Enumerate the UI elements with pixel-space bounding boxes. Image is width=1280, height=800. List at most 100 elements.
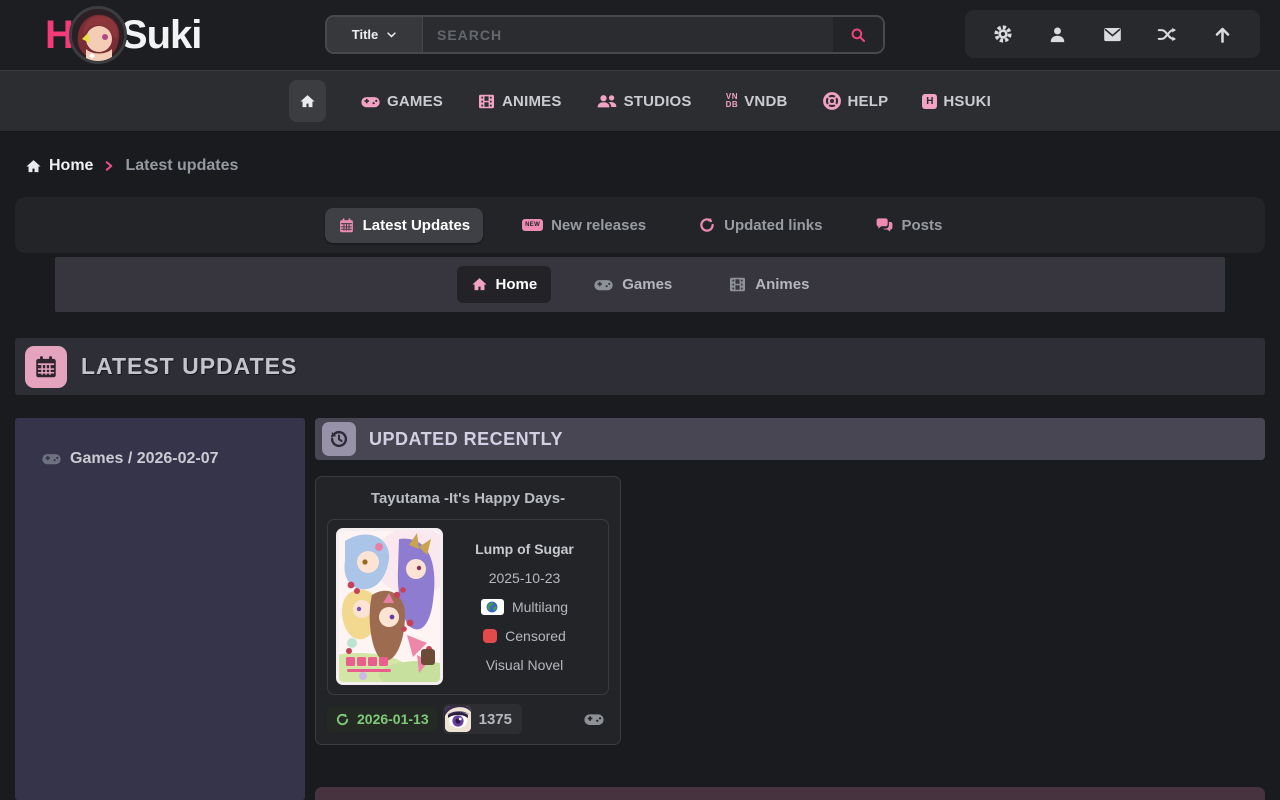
random-button[interactable] [1150,17,1184,51]
tab-label: Latest Updates [363,217,471,234]
tab-new-releases[interactable]: NEW New releases [509,208,659,243]
panel-icon-box [322,422,356,456]
subtab-games[interactable]: Games [579,264,686,305]
subtabs-bar: Home Games Animes [55,257,1225,312]
nav-label: ANIMES [502,93,562,110]
h-square-icon: H [922,94,937,109]
tab-label: New releases [551,217,646,234]
calendar-icon [33,354,59,380]
sidebar-group-label: Games / 2026-02-07 [70,450,219,468]
game-cover-image[interactable] [336,528,443,685]
tabs-bar: Latest Updates NEW New releases Updated … [15,197,1265,253]
game-language: Multilang [512,599,568,615]
search-submit-button[interactable] [833,17,883,52]
gamepad-icon [41,448,62,469]
upload-button[interactable] [1205,17,1239,51]
tab-posts[interactable]: Posts [862,207,956,244]
search-input[interactable] [423,17,833,52]
search-bar: Title [325,15,885,54]
next-section-strip [315,787,1265,800]
game-release-date: 2025-10-23 [489,570,561,586]
comments-icon [875,216,894,235]
subtab-home[interactable]: Home [457,266,552,303]
sidebar-group-games-date[interactable]: Games / 2026-02-07 [41,448,305,469]
shuffle-icon [1157,24,1178,45]
home-icon [299,93,316,110]
home-icon [25,158,42,175]
search-icon [849,26,867,44]
game-maker-link[interactable]: Lump of Sugar [475,541,574,557]
tab-label: Posts [902,217,943,234]
envelope-icon [1102,24,1123,45]
gamepad-icon [360,91,381,112]
search-category-select[interactable]: Title [327,17,423,52]
arrow-up-icon [1213,25,1232,44]
main-column: UPDATED RECENTLY Tayutama -It's Happy Da… [315,418,1265,800]
views-badge: 1375 [443,704,522,734]
nav-label: HELP [848,93,889,110]
game-card-body: Lump of Sugar 2025-10-23 Multilang Censo… [327,519,609,695]
nav-item-animes[interactable]: ANIMES [477,92,562,111]
section-icon-box [25,346,67,388]
header-actions-panel [965,10,1260,58]
messages-button[interactable] [1095,17,1129,51]
chevron-right-icon [103,160,115,172]
chevron-down-icon [386,29,397,40]
nav-item-studios[interactable]: STUDIOS [596,90,692,112]
nav-label: VNDB [744,93,787,110]
page-title: LATEST UPDATES [81,353,297,380]
users-icon [596,90,618,112]
film-icon [728,275,747,294]
nav-label: HSUKI [943,93,991,110]
updated-date-badge: 2026-01-13 [327,706,437,732]
subtab-label: Home [496,276,538,293]
breadcrumb-current: Latest updates [125,157,238,175]
breadcrumb-home-label: Home [49,157,93,175]
game-title[interactable]: Tayutama -It's Happy Days- [327,488,609,519]
game-censorship-row: Censored [483,628,566,644]
gamepad-icon [593,274,614,295]
gamepad-icon [583,708,605,730]
subtab-label: Games [622,276,672,293]
main-nav: GAMES ANIMES STUDIOS VNDB VNDB HELP H HS… [0,70,1280,132]
panel-title: UPDATED RECENTLY [369,429,563,450]
nav-home-button[interactable] [289,80,326,122]
game-language-row: Multilang [481,599,568,615]
sidebar: Games / 2026-02-07 [15,418,305,800]
globe-flag-icon [481,599,504,615]
search-category-value: Title [352,27,379,42]
subtab-animes[interactable]: Animes [714,265,823,304]
game-card: Tayutama -It's Happy Days- [315,476,621,745]
subtab-label: Animes [755,276,809,293]
new-badge-icon: NEW [522,219,543,231]
updated-date: 2026-01-13 [357,711,429,727]
logo-avatar [69,6,127,64]
nav-label: GAMES [387,93,443,110]
tab-updated-links[interactable]: Updated links [685,207,835,243]
nav-item-games[interactable]: GAMES [360,91,443,112]
site-logo[interactable]: H Suki [45,6,201,64]
content-area: Games / 2026-02-07 UPDATED RECENTLY Tayu… [15,418,1265,800]
life-ring-icon [822,91,842,111]
top-header: H Suki Title [0,0,1280,70]
tab-latest-updates[interactable]: Latest Updates [325,208,484,243]
updated-recently-header: UPDATED RECENTLY [315,418,1265,460]
nav-item-help[interactable]: HELP [822,91,889,111]
film-icon [477,92,496,111]
game-censorship: Censored [505,628,566,644]
breadcrumb: Home Latest updates [25,151,1280,181]
uploader-avatar[interactable] [445,706,471,732]
breadcrumb-home-link[interactable]: Home [25,157,93,175]
game-type: Visual Novel [486,657,564,673]
gear-icon [993,24,1013,44]
settings-button[interactable] [986,17,1020,51]
section-header: LATEST UPDATES [15,338,1265,395]
account-button[interactable] [1041,17,1075,51]
nav-item-vndb[interactable]: VNDB VNDB [726,93,788,110]
tab-label: Updated links [724,217,822,234]
sync-icon [335,712,350,727]
censored-icon [483,629,497,643]
nav-item-hsuki[interactable]: H HSUKI [922,93,991,110]
game-card-footer: 2026-01-13 1375 [327,704,609,734]
history-icon [328,428,350,450]
